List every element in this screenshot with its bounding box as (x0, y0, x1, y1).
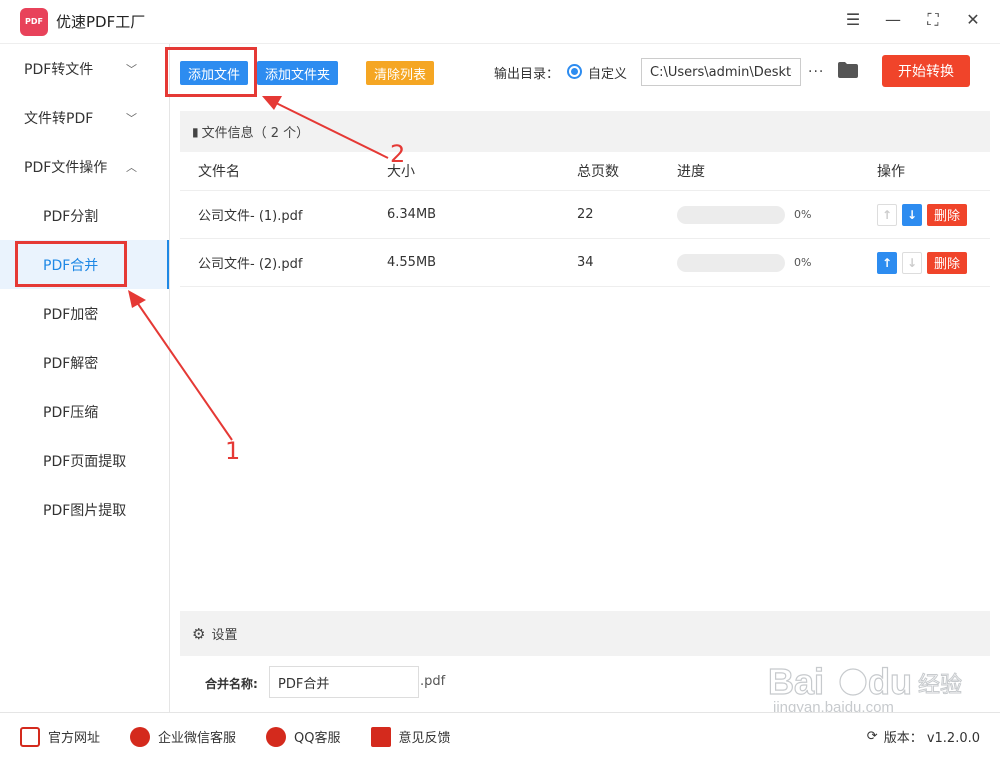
delete-button[interactable]: 删除 (927, 203, 968, 226)
chevron-down-icon: ﹀ (126, 62, 137, 76)
progress-text: 0% (794, 208, 812, 221)
sidebar-item-pdf-split[interactable]: PDF分割 (0, 191, 169, 240)
arrow-down-icon: ↓ (906, 207, 918, 222)
table-header: 文件名 大小 总页数 进度 操作 (180, 152, 990, 191)
window-controls: ☰ — ⛶ ✕ (844, 10, 982, 30)
folder-icon[interactable] (838, 62, 858, 78)
output-dir-label: 输出目录： (494, 66, 560, 82)
footer-link-wechat[interactable]: 企业微信客服 (130, 726, 237, 747)
custom-radio-label: 自定义 (588, 66, 628, 82)
start-convert-button[interactable]: 开始转换 (882, 55, 970, 87)
sidebar-item-pdf-image-extract[interactable]: PDF图片提取 (0, 485, 169, 534)
table-row: 公司文件- (2).pdf 4.55MB 34 0% ↑ ↓ 删除 (180, 239, 990, 287)
file-size: 6.34MB (387, 207, 437, 222)
website-icon (20, 726, 40, 747)
file-name: 公司文件- (2).pdf (198, 257, 303, 272)
sidebar: PDF转文件 ﹀ 文件转PDF ﹀ PDF文件操作 ︿ PDF分割 PDF合并 … (0, 44, 170, 712)
table-row: 公司文件- (1).pdf 6.34MB 22 0% ↑ ↓ 删除 (180, 191, 990, 239)
minimize-icon[interactable]: — (884, 10, 902, 30)
merge-name-label: 合并名称: (205, 677, 258, 691)
sidebar-item-pdf-encrypt[interactable]: PDF加密 (0, 289, 169, 338)
refresh-icon[interactable]: ⟳ (867, 729, 878, 744)
footer-link-website[interactable]: 官方网址 (20, 726, 101, 747)
footer-link-feedback[interactable]: 意见反馈 (370, 726, 451, 747)
sidebar-group-pdf-to-file[interactable]: PDF转文件 ﹀ (0, 44, 169, 93)
chevron-up-icon: ︿ (126, 160, 137, 174)
move-down-button[interactable]: ↓ (902, 251, 922, 274)
column-header-progress: 进度 (677, 164, 705, 180)
settings-title: 设置 (211, 628, 238, 643)
annotation-box-add-file (165, 47, 257, 97)
settings-header: ⚙ 设置 (180, 611, 990, 656)
sidebar-group-file-to-pdf[interactable]: 文件转PDF ﹀ (0, 93, 169, 142)
app-logo: PDF (20, 7, 48, 36)
feedback-icon (370, 726, 391, 747)
merge-name-input[interactable] (269, 666, 419, 698)
sidebar-group-label: 文件转PDF (24, 110, 94, 127)
sidebar-item-pdf-compress[interactable]: PDF压缩 (0, 387, 169, 436)
chevron-down-icon: ﹀ (126, 111, 137, 125)
annotation-box-pdf-merge (15, 241, 127, 287)
add-folder-button[interactable]: 添加文件夹 (257, 61, 339, 85)
column-header-pages: 总页数 (577, 164, 619, 180)
delete-button[interactable]: 删除 (927, 251, 968, 274)
arrow-down-icon: ↓ (906, 255, 918, 270)
clear-list-button[interactable]: 清除列表 (366, 61, 435, 85)
file-info-title: 文件信息（ 2 个） (201, 126, 310, 141)
footer-link-label: 意见反馈 (398, 731, 451, 746)
move-up-button[interactable]: ↑ (877, 203, 897, 226)
wechat-icon (130, 726, 151, 747)
footer-link-label: QQ客服 (294, 731, 341, 746)
footer-link-label: 官方网址 (48, 731, 101, 746)
toolbar: 添加文件 添加文件夹 清除列表 输出目录： 自定义 ··· 开始转换 (170, 44, 1000, 100)
arrow-up-icon: ↑ (881, 255, 893, 270)
gear-icon: ⚙ (192, 624, 206, 643)
file-panel: ▮ 文件信息（ 2 个） 文件名 大小 总页数 进度 操作 公司文件- (1).… (180, 111, 990, 611)
column-header-name: 文件名 (198, 164, 240, 180)
sidebar-group-label: PDF转文件 (24, 61, 94, 78)
progress-bar (677, 205, 785, 224)
sidebar-group-pdf-operations[interactable]: PDF文件操作 ︿ (0, 142, 169, 191)
column-header-actions: 操作 (877, 164, 905, 180)
progress-text: 0% (794, 256, 812, 269)
maximize-icon[interactable]: ⛶ (924, 10, 942, 30)
file-pages: 22 (577, 207, 594, 222)
title-bar: PDF 优速PDF工厂 ☰ — ⛶ ✕ (0, 0, 1000, 44)
more-options-button[interactable]: ··· (808, 64, 824, 80)
annotation-label-2: 2 (390, 140, 406, 168)
close-icon[interactable]: ✕ (964, 10, 982, 30)
sidebar-group-label: PDF文件操作 (24, 159, 108, 176)
move-down-button[interactable]: ↓ (902, 203, 922, 226)
merge-extension: .pdf (420, 674, 446, 689)
sidebar-item-pdf-page-extract[interactable]: PDF页面提取 (0, 436, 169, 485)
file-icon: ▮ (192, 124, 199, 139)
file-pages: 34 (577, 255, 594, 270)
file-name: 公司文件- (1).pdf (198, 209, 303, 224)
progress-bar (677, 253, 785, 272)
file-size: 4.55MB (387, 255, 437, 270)
version-info: ⟳ 版本： v1.2.0.0 (867, 727, 980, 746)
annotation-label-1: 1 (225, 437, 241, 465)
footer-link-label: 企业微信客服 (158, 731, 237, 746)
qq-icon (266, 726, 287, 747)
version-text: 版本： v1.2.0.0 (883, 731, 980, 746)
footer-link-qq[interactable]: QQ客服 (266, 726, 341, 747)
sidebar-item-pdf-decrypt[interactable]: PDF解密 (0, 338, 169, 387)
app-title: 优速PDF工厂 (56, 13, 146, 31)
custom-radio[interactable] (567, 64, 582, 79)
merge-name-row: 合并名称: .pdf (180, 656, 990, 706)
arrow-up-icon: ↑ (881, 207, 893, 222)
app-logo-text: PDF (25, 17, 43, 26)
move-up-button[interactable]: ↑ (877, 251, 897, 274)
footer: 官方网址 企业微信客服 QQ客服 意见反馈 ⟳ 版本： v1.2.0.0 (0, 712, 1000, 760)
file-info-header: ▮ 文件信息（ 2 个） (180, 111, 990, 152)
menu-icon[interactable]: ☰ (844, 10, 862, 30)
output-path-input[interactable] (641, 58, 801, 86)
